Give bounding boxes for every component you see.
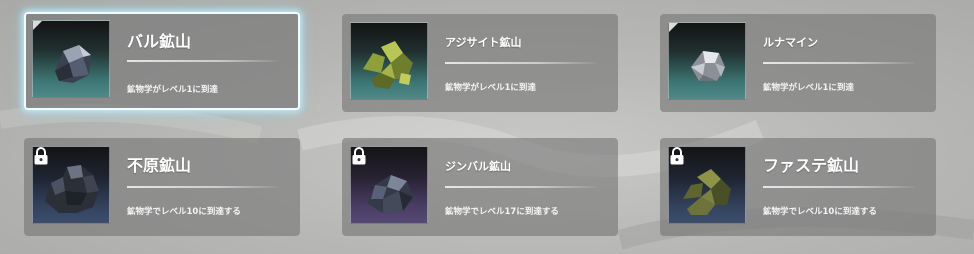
corner-marker (669, 23, 678, 32)
mine-thumbnail (668, 146, 746, 224)
lock-icon (670, 147, 684, 165)
unlock-requirement: 鉱物学がレベル1に到達 (127, 85, 218, 95)
divider (127, 60, 279, 62)
mine-thumbnail (32, 146, 110, 224)
mine-thumbnail (32, 20, 110, 98)
unlock-requirement: 鉱物学でレベル10に到達する (763, 207, 877, 217)
mine-name: ジンバル鉱山 (445, 160, 511, 173)
mine-card-fuhara[interactable]: 不原鉱山 鉱物学でレベル10に到達する (24, 138, 300, 236)
mine-card-luna[interactable]: ルナマイン 鉱物学がレベル1に到達 (660, 14, 936, 112)
dark-blue-ore-icon (55, 45, 91, 83)
mine-name: ルナマイン (763, 36, 818, 49)
lock-icon (352, 147, 366, 165)
mine-thumbnail (350, 22, 428, 100)
unlock-requirement: 鉱物学がレベル1に到達 (763, 83, 854, 93)
divider (445, 62, 597, 64)
mine-name: 不原鉱山 (127, 156, 192, 175)
mine-thumbnail (350, 146, 428, 224)
mine-card-bal[interactable]: バル鉱山 鉱物学がレベル1に到達 (24, 12, 300, 110)
corner-marker (33, 21, 42, 30)
divider (127, 186, 279, 188)
divider (763, 62, 915, 64)
mine-card-jinbal[interactable]: ジンバル鉱山 鉱物学でレベル17に到達する (342, 138, 618, 236)
lock-icon (34, 147, 48, 165)
mine-card-ajisite[interactable]: アジサイト鉱山 鉱物学がレベル1に到達 (342, 14, 618, 112)
green-ore-icon (363, 41, 413, 89)
mine-thumbnail (668, 22, 746, 100)
mine-name: ファステ鉱山 (763, 156, 860, 175)
mine-name: アジサイト鉱山 (445, 36, 522, 49)
divider (445, 186, 597, 188)
unlock-requirement: 鉱物学でレベル17に到達する (445, 207, 559, 217)
unlock-requirement: 鉱物学でレベル10に到達する (127, 207, 241, 217)
mine-name: バル鉱山 (127, 32, 192, 51)
silver-ore-icon (691, 51, 725, 81)
mine-card-faste[interactable]: ファステ鉱山 鉱物学でレベル10に到達する (660, 138, 936, 236)
divider (763, 186, 915, 188)
unlock-requirement: 鉱物学がレベル1に到達 (445, 83, 536, 93)
